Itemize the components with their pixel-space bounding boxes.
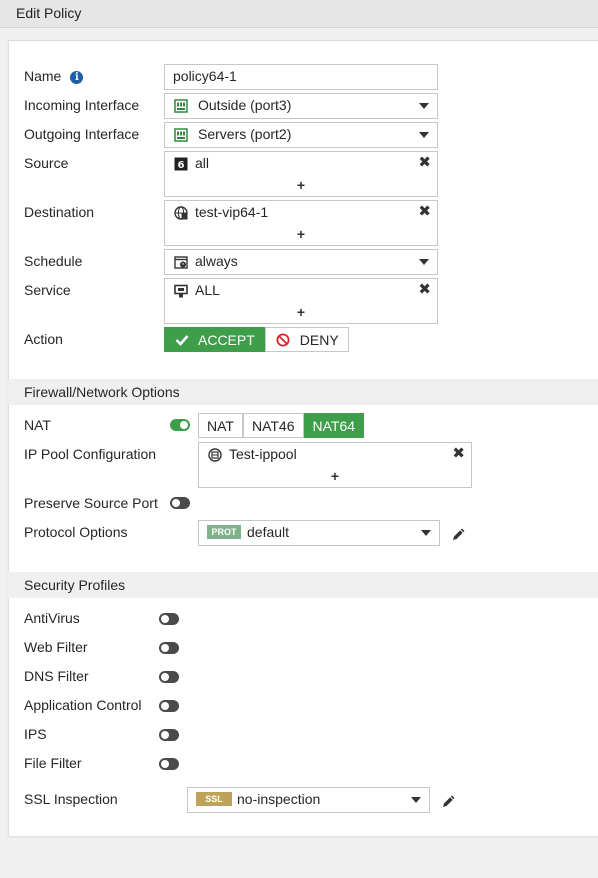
application-control-label: Application Control [24,697,142,713]
ippool-icon [207,447,223,463]
nat-option-nat[interactable]: NAT [198,413,243,438]
outgoing-interface-select[interactable]: Servers (port2) [164,122,438,148]
ippool-value: Test-ippool [229,446,297,462]
deny-icon [276,333,290,346]
close-icon[interactable]: ✖ [418,153,431,171]
security-section-header: Security Profiles [8,572,598,598]
add-destination-button[interactable]: + [297,226,305,242]
preserve-source-port-toggle[interactable] [170,497,190,509]
name-input[interactable]: policy64-1 [164,64,438,90]
ips-label: IPS [24,726,47,742]
application-control-toggle[interactable] [159,700,179,712]
firewall-section-title: Firewall/Network Options [24,384,180,400]
service-icon [173,283,189,299]
interface-port-icon [173,127,189,143]
name-label: Name i [24,68,84,84]
antivirus-label: AntiVirus [24,610,80,626]
action-toggle-group: ACCEPT DENY [164,327,349,352]
file-filter-label: File Filter [24,755,82,771]
deny-label: DENY [299,331,339,348]
info-icon[interactable]: i [70,71,84,84]
outgoing-interface-label: Outgoing Interface [24,126,140,142]
deny-button[interactable]: DENY [264,327,349,352]
nat-label: NAT [24,417,51,433]
antivirus-toggle[interactable] [159,613,179,625]
service-multiselect[interactable]: ALL ✖ + [164,278,438,324]
dns-filter-label: DNS Filter [24,668,89,684]
schedule-value: always [195,253,238,269]
protocol-options-select[interactable]: PROT default [198,520,440,546]
address-icon: 6 [173,156,189,172]
chevron-down-icon [421,530,431,536]
nat-option-nat64[interactable]: NAT64 [303,413,365,438]
schedule-clock-icon [173,254,189,270]
dialog-header: Edit Policy [0,0,598,28]
prot-badge: PROT [207,525,241,539]
ssl-inspection-label: SSL Inspection [24,791,118,807]
source-label: Source [24,155,69,171]
dns-filter-toggle[interactable] [159,671,179,683]
preserve-source-port-label: Preserve Source Port [24,495,158,511]
interface-port-icon [173,98,189,114]
add-source-button[interactable]: + [297,177,305,193]
outgoing-interface-value: Servers (port2) [198,126,292,142]
protocol-options-value: default [247,524,290,540]
add-service-button[interactable]: + [297,304,305,320]
web-filter-label: Web Filter [24,639,88,655]
ssl-inspection-value: no-inspection [237,791,321,807]
nat-type-group: NAT NAT46 NAT64 [198,413,365,438]
source-multiselect[interactable]: 6 all ✖ + [164,151,438,197]
vip-icon [173,205,189,221]
name-input-value: policy64-1 [173,68,237,84]
svg-text:6: 6 [178,160,185,171]
ssl-badge: SSL [196,792,232,806]
pencil-icon[interactable] [441,793,457,809]
page-title: Edit Policy [16,5,82,21]
chevron-down-icon [419,132,429,138]
incoming-interface-label: Incoming Interface [24,97,140,113]
destination-multiselect[interactable]: test-vip64-1 ✖ + [164,200,438,246]
firewall-section-header: Firewall/Network Options [8,379,598,405]
add-ippool-button[interactable]: + [331,468,339,484]
ssl-inspection-select[interactable]: SSL no-inspection [187,787,430,813]
action-label: Action [24,331,63,347]
chevron-down-icon [411,797,421,803]
chevron-down-icon [419,259,429,265]
destination-value: test-vip64-1 [195,204,269,220]
ippool-multiselect[interactable]: Test-ippool ✖ + [198,442,472,488]
nat-toggle[interactable] [170,419,190,431]
source-value: all [195,155,210,171]
nat-option-nat46[interactable]: NAT46 [242,413,304,438]
schedule-label: Schedule [24,253,83,269]
ippool-label: IP Pool Configuration [24,446,157,462]
incoming-interface-value: Outside (port3) [198,97,292,113]
close-icon[interactable]: ✖ [418,280,431,298]
file-filter-toggle[interactable] [159,758,179,770]
destination-label: Destination [24,204,95,220]
check-icon [175,334,189,346]
schedule-select[interactable]: always [164,249,438,275]
chevron-down-icon [419,103,429,109]
accept-label: ACCEPT [198,331,255,348]
service-label: Service [24,282,71,298]
close-icon[interactable]: ✖ [418,202,431,220]
security-section-title: Security Profiles [24,577,126,593]
incoming-interface-select[interactable]: Outside (port3) [164,93,438,119]
service-value: ALL [195,282,220,298]
accept-button[interactable]: ACCEPT [164,327,265,352]
close-icon[interactable]: ✖ [452,444,465,462]
ips-toggle[interactable] [159,729,179,741]
web-filter-toggle[interactable] [159,642,179,654]
pencil-icon[interactable] [451,526,467,542]
protocol-options-label: Protocol Options [24,524,128,540]
